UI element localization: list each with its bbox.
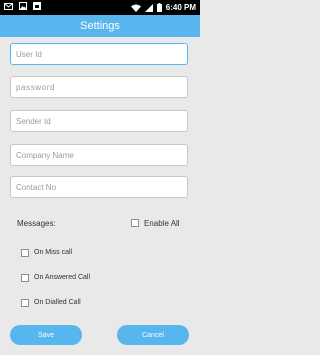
messages-label: Messages: [17,219,56,228]
wifi-icon [130,4,141,12]
on-answered-call-checkbox[interactable] [21,274,29,282]
page-title: Settings [80,20,120,32]
user-id-input[interactable] [10,43,188,65]
status-bar: 6:40 PM [0,0,200,15]
battery-icon [156,3,162,12]
image-icon [19,2,27,10]
signal-icon [144,3,153,12]
enable-all-checkbox[interactable] [131,219,139,227]
save-button[interactable]: Save [10,325,82,345]
on-miss-call-checkbox[interactable] [21,249,29,257]
on-miss-call-label: On Miss call [34,249,73,256]
notification-icon [33,2,41,10]
on-dialled-call-checkbox[interactable] [21,299,29,307]
on-answered-call-label: On Answered Call [34,274,91,281]
on-dialled-call-label: On Dialled Call [34,299,81,306]
status-time: 6:40 PM [165,3,196,12]
contact-no-input[interactable] [10,176,188,198]
password-input[interactable] [10,76,188,98]
sender-id-input[interactable] [10,110,188,132]
cancel-button[interactable]: Cancel [117,325,189,345]
app-bar: Settings [0,15,200,37]
enable-all-label: Enable All [144,219,180,228]
mail-icon [4,2,13,10]
company-name-input[interactable] [10,144,188,166]
